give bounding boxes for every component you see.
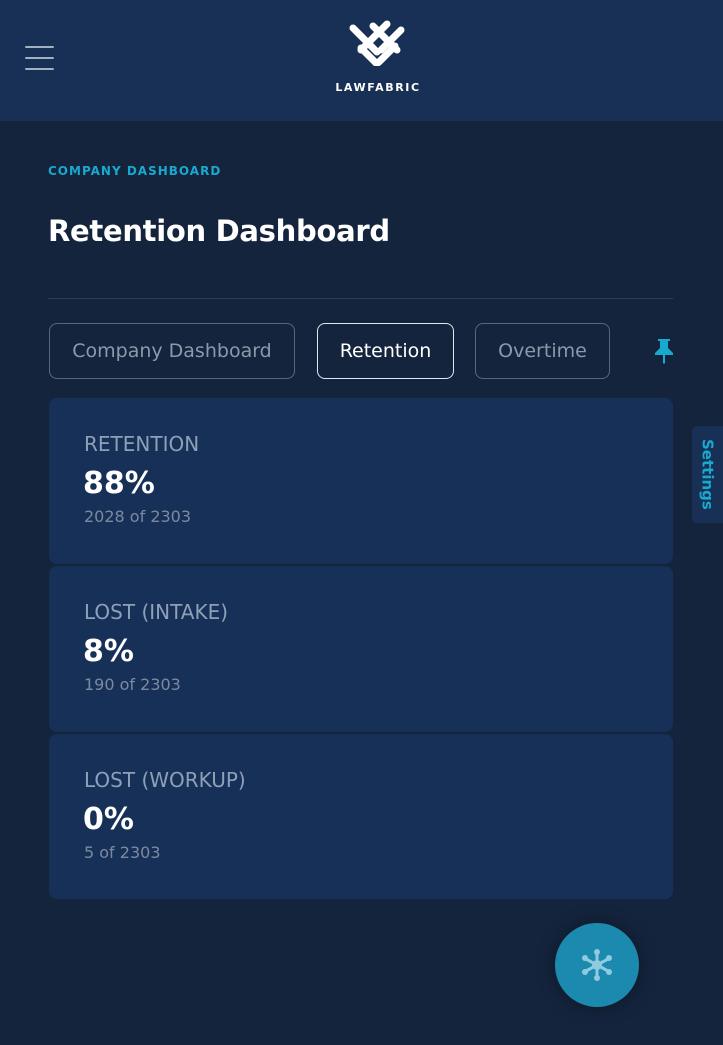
stat-label: LOST (WORKUP) [84,768,246,792]
top-bar: LAWFABRIC [0,0,723,121]
floating-action-button[interactable] [555,923,639,1007]
stat-card-retention: RETENTION 88% 2028 of 2303 [49,398,673,564]
menu-line [25,57,54,59]
divider [48,298,673,299]
settings-label: Settings [698,439,717,510]
network-icon [582,949,612,981]
stat-card-lost-intake: LOST (INTAKE) 8% 190 of 2303 [49,566,673,732]
stat-detail: 2028 of 2303 [84,507,192,526]
stat-value: 8% [83,634,134,669]
brand-name: LAWFABRIC [335,81,421,94]
menu-line [25,46,54,48]
lawfabric-logo-icon [349,20,405,66]
stat-card-lost-workup: LOST (WORKUP) 0% 5 of 2303 [49,734,673,899]
pin-icon[interactable] [652,337,676,365]
tab-overtime[interactable]: Overtime [475,323,610,379]
stat-label: LOST (INTAKE) [84,600,229,624]
tab-retention[interactable]: Retention [317,323,454,379]
stat-value: 88% [83,466,155,501]
hamburger-menu-icon[interactable] [24,44,56,72]
settings-side-tab[interactable]: Settings [692,426,723,523]
menu-line [25,68,54,70]
page-title: Retention Dashboard [48,214,390,248]
tab-company-dashboard[interactable]: Company Dashboard [49,323,295,379]
pin-icon-graphic [655,339,673,364]
breadcrumb: COMPANY DASHBOARD [48,164,222,178]
stat-label: RETENTION [84,432,200,456]
app-root: LAWFABRIC COMPANY DASHBOARD Retention Da… [0,0,723,1045]
stat-detail: 190 of 2303 [84,675,181,694]
brand-logo[interactable]: LAWFABRIC [332,20,424,110]
stat-detail: 5 of 2303 [84,843,161,862]
stat-value: 0% [83,802,134,837]
